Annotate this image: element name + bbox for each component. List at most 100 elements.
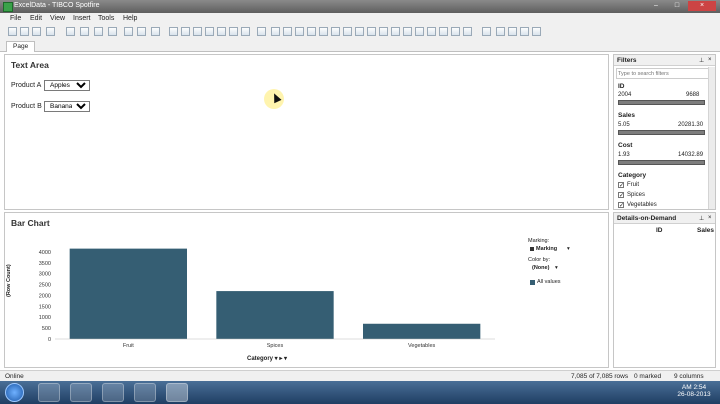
filter-cost-max: 14032.89 (678, 152, 704, 158)
marking-swatch-icon (530, 247, 534, 251)
open-icon[interactable] (8, 27, 17, 36)
category-spices-label: Spices (627, 192, 646, 198)
marking-value[interactable]: Marking (536, 246, 557, 252)
bookmark-icon[interactable] (193, 27, 202, 36)
parallel-coordinate-icon[interactable] (415, 27, 424, 36)
file-explorer-icon[interactable] (70, 383, 92, 402)
color-by-dropdown-icon[interactable]: ▾ (555, 265, 558, 271)
menu-edit[interactable]: Edit (30, 15, 42, 22)
text-area-icon[interactable] (257, 27, 266, 36)
filter-icon[interactable] (169, 27, 178, 36)
tag-icon[interactable] (205, 27, 214, 36)
layout-split-icon[interactable] (496, 27, 505, 36)
box-plot-icon[interactable] (439, 27, 448, 36)
marking-icon[interactable] (181, 27, 190, 36)
bar-chart-plot: 0 500 1000 1500 2000 2500 3000 3500 4000 Fruit Sp… (39, 248, 495, 349)
heat-map-icon[interactable] (403, 27, 412, 36)
menu-insert[interactable]: Insert (73, 15, 91, 22)
pin-icon[interactable]: ⊥ (699, 57, 704, 64)
map-chart-icon[interactable] (379, 27, 388, 36)
y-tick-label: 500 (42, 326, 51, 332)
line-chart-icon[interactable] (319, 27, 328, 36)
legend-all-values[interactable]: All values (537, 279, 561, 285)
menu-tools[interactable]: Tools (98, 15, 114, 22)
network-icon[interactable] (463, 27, 472, 36)
color-by-label: Color by: (528, 257, 551, 263)
maximize-button[interactable]: □ (667, 1, 687, 11)
product-b-label: Product B (11, 103, 42, 110)
media-player-icon[interactable] (102, 383, 124, 402)
save-icon[interactable] (46, 27, 55, 36)
internet-explorer-icon[interactable] (38, 383, 60, 402)
scatter-plot-icon[interactable] (355, 27, 364, 36)
tab-page[interactable]: Page (6, 41, 36, 52)
category-spices-checkbox[interactable]: ✓ (618, 192, 624, 199)
treemap-icon[interactable] (391, 27, 400, 36)
graphical-table-icon[interactable] (295, 27, 304, 36)
status-marked: 0 marked (634, 373, 662, 380)
filter-id-slider[interactable] (618, 100, 705, 105)
menu-help[interactable]: Help (123, 15, 137, 22)
layout-vertical-icon[interactable] (520, 27, 529, 36)
menu-bar: File Edit View Insert Tools Help (0, 13, 720, 24)
bar-fruit[interactable] (69, 248, 187, 339)
duplicate-icon[interactable] (241, 27, 250, 36)
marking-dropdown-icon[interactable]: ▾ (567, 246, 570, 252)
details-col-id[interactable]: ID (656, 227, 663, 234)
summary-table-icon[interactable] (427, 27, 436, 36)
add-data-icon[interactable] (20, 27, 29, 36)
filter-search-input[interactable] (616, 68, 710, 79)
details-pin-icon[interactable]: ⊥ (699, 215, 704, 222)
undo-icon[interactable] (124, 27, 133, 36)
layout-grid-icon[interactable] (532, 27, 541, 36)
legend-swatch (530, 280, 535, 285)
details-title: Details-on-Demand (617, 215, 677, 222)
cross-table-icon[interactable] (283, 27, 292, 36)
color-by-value[interactable]: (None) (532, 265, 549, 271)
spotfire-taskbar-icon[interactable] (166, 383, 188, 402)
system-tray-icons[interactable] (642, 386, 666, 396)
menu-view[interactable]: View (50, 15, 65, 22)
lists-icon[interactable] (217, 27, 226, 36)
delete-icon[interactable] (108, 27, 117, 36)
pie-chart-icon[interactable] (343, 27, 352, 36)
copy-icon[interactable] (80, 27, 89, 36)
status-online: Online (5, 373, 24, 380)
product-a-dropdown[interactable]: Apples (44, 80, 90, 91)
menu-file[interactable]: File (10, 15, 21, 22)
waterfall-icon[interactable] (451, 27, 460, 36)
category-fruit-checkbox[interactable]: ✓ (618, 182, 624, 189)
details-on-demand-panel: Details-on-Demand ⊥ × ID Sales (613, 212, 716, 368)
settings-gear-icon[interactable] (482, 27, 491, 36)
x-axis-label[interactable]: Category ▾ ▸ ▾ (247, 355, 287, 362)
layout-icon[interactable] (229, 27, 238, 36)
filters-scrollbar[interactable] (708, 67, 715, 209)
layout-horizontal-icon[interactable] (508, 27, 517, 36)
paste-icon[interactable] (94, 27, 103, 36)
reset-icon[interactable] (151, 27, 160, 36)
chrome-icon[interactable] (134, 383, 156, 402)
start-button-icon[interactable] (5, 383, 24, 402)
bar-chart-panel: Bar Chart 0 500 1000 1500 2000 2500 3000 3500 40… (4, 212, 609, 368)
print-icon[interactable] (32, 27, 41, 36)
y-axis-label[interactable]: (Row Count) (6, 264, 12, 297)
combination-chart-icon[interactable] (331, 27, 340, 36)
bar-vegetables[interactable] (363, 323, 481, 339)
product-b-dropdown[interactable]: Bananas (44, 101, 90, 112)
filters-close-icon[interactable]: × (708, 57, 712, 63)
minimize-button[interactable]: – (646, 1, 666, 11)
x-tick-label: Fruit (123, 343, 134, 349)
table-icon[interactable] (271, 27, 280, 36)
redo-icon[interactable] (137, 27, 146, 36)
bar-chart-icon[interactable] (307, 27, 316, 36)
category-vegetables-checkbox[interactable]: ✓ (618, 202, 624, 209)
details-col-sales[interactable]: Sales (697, 227, 714, 234)
close-button[interactable]: × (688, 1, 716, 11)
bar-spices[interactable] (216, 291, 334, 339)
details-close-icon[interactable]: × (708, 215, 712, 221)
filter-cost-slider[interactable] (618, 160, 705, 165)
cut-icon[interactable] (66, 27, 75, 36)
filter-sales-slider[interactable] (618, 130, 705, 135)
3d-scatter-icon[interactable] (367, 27, 376, 36)
clock[interactable]: AM 2:54 26-08-2013 (676, 384, 712, 398)
